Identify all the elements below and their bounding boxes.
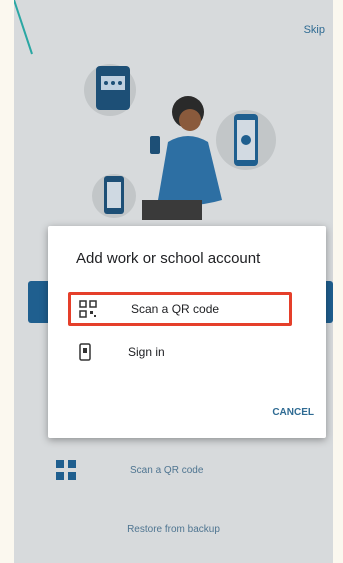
background-scan-qr-row: Scan a QR code [56, 455, 276, 485]
restore-from-backup-link: Restore from backup [127, 524, 220, 535]
sign-in-option[interactable]: Sign in [68, 335, 292, 369]
qr-code-icon [79, 300, 97, 318]
scan-qr-code-label: Scan a QR code [131, 302, 220, 316]
phone-login-icon [79, 343, 91, 361]
add-account-dialog: Add work or school account Scan a QR cod… [48, 226, 326, 438]
sign-in-label: Sign in [128, 345, 165, 359]
app-screen: Skip Scan a QR code Restore from backup … [14, 0, 333, 563]
skip-link[interactable]: Skip [304, 24, 325, 36]
decorative-corner-line [14, 0, 33, 55]
cancel-button[interactable]: CANCEL [272, 407, 314, 418]
background-scan-qr-label: Scan a QR code [130, 464, 204, 476]
dialog-title: Add work or school account [76, 250, 261, 267]
woman-with-phone-illustration [84, 64, 276, 220]
scan-qr-code-option[interactable]: Scan a QR code [68, 292, 292, 326]
qr-code-icon [56, 460, 76, 480]
